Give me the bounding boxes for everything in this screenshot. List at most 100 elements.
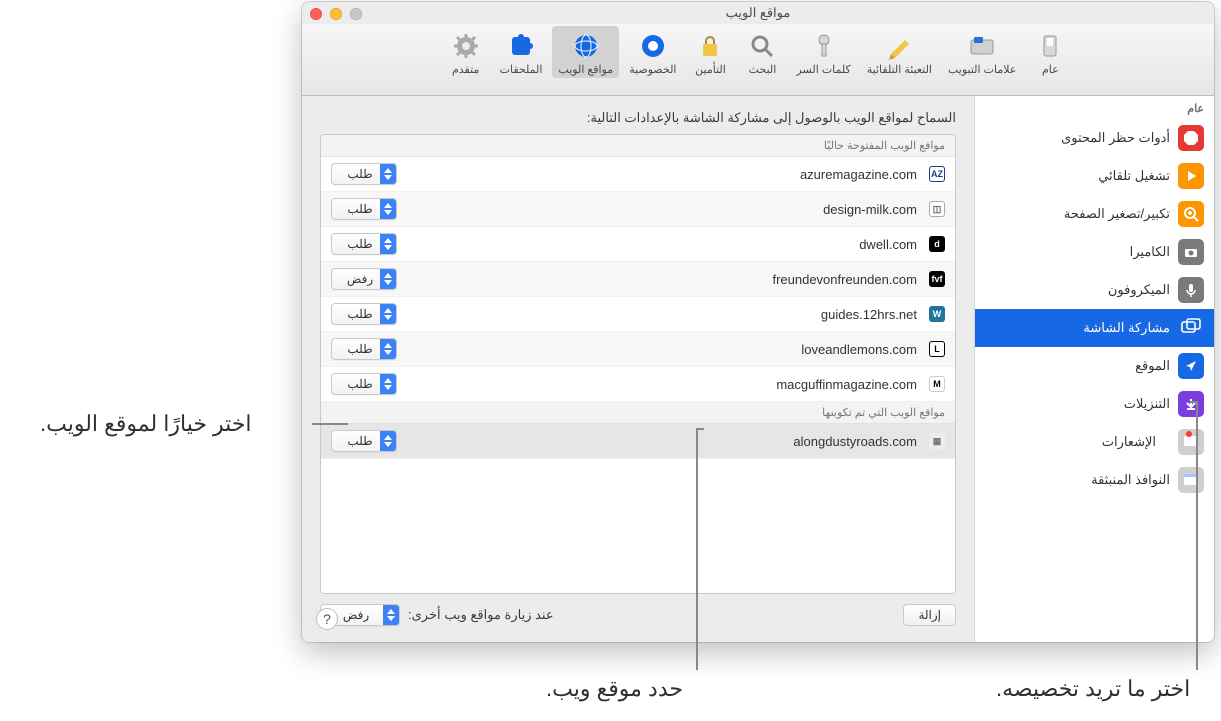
toolbar-search[interactable]: البحث	[738, 26, 786, 78]
key-icon	[808, 30, 840, 62]
chevron-updown-icon	[380, 164, 396, 184]
site-option-popup[interactable]: طلب	[331, 373, 397, 395]
site-option-popup[interactable]: طلب	[331, 303, 397, 325]
sidebar-item-content-blockers[interactable]: أدوات حظر المحتوى	[975, 119, 1214, 157]
popup-value: طلب	[340, 434, 380, 448]
site-favicon: AZ	[929, 166, 945, 182]
sidebar-item-camera[interactable]: الكاميرا	[975, 233, 1214, 271]
toolbar-advanced[interactable]: متقدم	[442, 26, 490, 78]
site-favicon: ▦	[929, 433, 945, 449]
sidebar-item-autoplay[interactable]: تشغيل تلقائي	[975, 157, 1214, 195]
chevron-updown-icon	[380, 199, 396, 219]
remove-button[interactable]: إزالة	[903, 604, 956, 626]
chevron-updown-icon	[383, 605, 399, 625]
sidebar-item-notifications[interactable]: الإشعارات	[975, 423, 1214, 461]
pencil-icon	[883, 30, 915, 62]
toolbar-websites[interactable]: مواقع الويب	[552, 26, 619, 78]
switch-icon	[1034, 30, 1066, 62]
sidebar-item-label: تشغيل تلقائي	[1098, 168, 1170, 184]
site-option-popup[interactable]: طلب	[331, 163, 397, 185]
sidebar-item-screen-sharing[interactable]: مشاركة الشاشة	[975, 309, 1214, 347]
table-row[interactable]: AZ azuremagazine.com طلب	[321, 157, 955, 192]
sidebar-item-label: تكبير/تصغير الصفحة	[1064, 206, 1170, 222]
toolbar-extensions[interactable]: الملحقات	[494, 26, 549, 78]
site-option-popup[interactable]: طلب	[331, 198, 397, 220]
callout-line	[696, 428, 698, 670]
gear-icon	[450, 30, 482, 62]
sidebar-item-popups[interactable]: النوافذ المنبثقة	[975, 461, 1214, 499]
group-header-open: مواقع الويب المفتوحة حاليًا	[321, 135, 955, 157]
callout-popup: اختر خيارًا لموقع الويب.	[40, 411, 252, 437]
site-domain: azuremagazine.com	[397, 167, 921, 182]
site-option-popup[interactable]: طلب	[331, 430, 397, 452]
popup-value: طلب	[340, 307, 380, 321]
popup-value: طلب	[340, 167, 380, 181]
chevron-updown-icon	[380, 269, 396, 289]
microphone-icon	[1178, 277, 1204, 303]
content-pane: السماح لمواقع الويب بالوصول إلى مشاركة ا…	[302, 96, 974, 642]
sidebar-item-page-zoom[interactable]: تكبير/تصغير الصفحة	[975, 195, 1214, 233]
table-row[interactable]: fvf freundevonfreunden.com رفض	[321, 262, 955, 297]
location-icon	[1178, 353, 1204, 379]
table-row[interactable]: Lloveandlemons.com طلب	[321, 332, 955, 367]
callout-line	[1196, 401, 1198, 670]
site-favicon: d	[929, 236, 945, 252]
popup-value: طلب	[340, 202, 380, 216]
toolbar-tabs[interactable]: علامات التبويب	[942, 26, 1022, 78]
chevron-updown-icon	[380, 234, 396, 254]
site-domain: design-milk.com	[397, 202, 921, 217]
toolbar-label: عام	[1042, 63, 1059, 76]
puzzle-icon	[505, 30, 537, 62]
window-icon	[1178, 467, 1204, 493]
site-domain: freundevonfreunden.com	[397, 272, 921, 287]
sidebar-item-label: الإشعارات	[1102, 434, 1156, 450]
popup-value: طلب	[340, 342, 380, 356]
toolbar-label: كلمات السر	[796, 63, 850, 76]
site-domain: guides.12hrs.net	[397, 307, 921, 322]
toolbar-label: متقدم	[452, 63, 479, 76]
section-heading: السماح لمواقع الويب بالوصول إلى مشاركة ا…	[320, 110, 956, 126]
table-row[interactable]: Wguides.12hrs.netطلب	[321, 297, 955, 332]
settings-sidebar: عام أدوات حظر المحتوى تشغيل تلقائي تكبير…	[974, 96, 1214, 642]
callout-sidebar: اختر ما تريد تخصيصه.	[996, 676, 1190, 702]
sidebar-item-label: مشاركة الشاشة	[1083, 320, 1170, 336]
sidebar-item-location[interactable]: الموقع	[975, 347, 1214, 385]
sidebar-header: عام	[975, 96, 1214, 119]
screens-icon	[1178, 315, 1204, 341]
chevron-updown-icon	[380, 339, 396, 359]
toolbar-label: الملحقات	[500, 63, 543, 76]
table-row[interactable]: ▦alongdustyroads.comطلب	[321, 424, 955, 459]
toolbar-privacy[interactable]: الخصوصية	[623, 26, 682, 78]
table-empty-area	[321, 459, 955, 593]
table-row[interactable]: ◫design-milk.comطلب	[321, 192, 955, 227]
site-domain: macguffinmagazine.com	[397, 377, 921, 392]
download-icon	[1178, 391, 1204, 417]
site-option-popup[interactable]: رفض	[331, 268, 397, 290]
search-icon	[746, 30, 778, 62]
zoom-icon	[1178, 201, 1204, 227]
site-favicon: L	[929, 341, 945, 357]
badge-icon	[1186, 431, 1192, 437]
site-option-popup[interactable]: طلب	[331, 233, 397, 255]
toolbar-passwords[interactable]: كلمات السر	[790, 26, 856, 78]
popup-value: رفض	[340, 272, 380, 286]
help-button[interactable]: ?	[316, 608, 338, 630]
chevron-updown-icon	[380, 431, 396, 451]
toolbar-general[interactable]: عام	[1026, 26, 1074, 78]
sidebar-item-label: أدوات حظر المحتوى	[1061, 130, 1170, 146]
toolbar-autofill[interactable]: التعبئة التلقائية	[861, 26, 938, 78]
other-websites-label: عند زيارة مواقع ويب أخرى:	[408, 607, 554, 623]
toolbar-label: البحث	[749, 63, 777, 76]
preferences-toolbar: عام علامات التبويب التعبئة التلقائية كلم…	[302, 24, 1214, 96]
site-favicon: fvf	[929, 271, 945, 287]
sidebar-item-label: الموقع	[1135, 358, 1170, 374]
callout-line	[312, 423, 348, 425]
toolbar-security[interactable]: التأمين	[686, 26, 734, 78]
globe-icon	[570, 30, 602, 62]
sidebar-item-microphone[interactable]: الميكروفون	[975, 271, 1214, 309]
sidebar-item-downloads[interactable]: التنزيلات	[975, 385, 1214, 423]
site-domain: loveandlemons.com	[397, 342, 921, 357]
table-row[interactable]: Mmacguffinmagazine.comطلب	[321, 367, 955, 402]
table-row[interactable]: ddwell.comطلب	[321, 227, 955, 262]
site-option-popup[interactable]: طلب	[331, 338, 397, 360]
